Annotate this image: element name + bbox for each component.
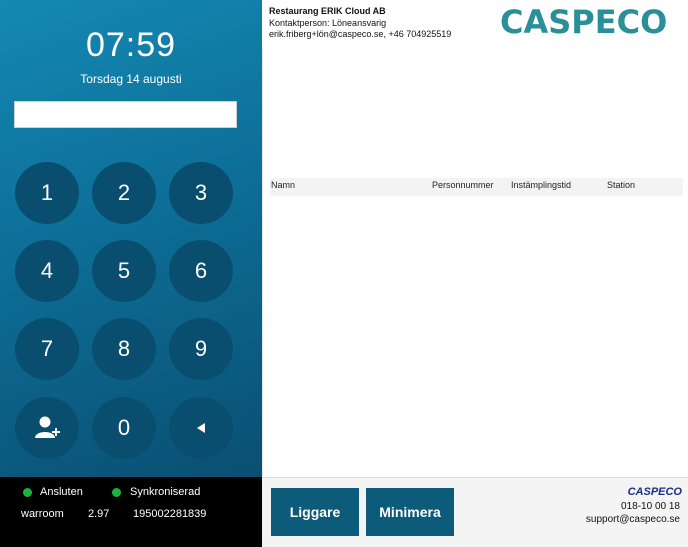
add-user-button[interactable] — [15, 397, 79, 459]
column-station: Station — [607, 180, 636, 190]
contact-email-phone: erik.friberg+lön@caspeco.se, +46 7049255… — [269, 29, 452, 39]
keypad-panel: 07:59 Torsdag 14 augusti 1 2 3 4 5 6 7 8… — [0, 0, 262, 477]
key-7[interactable]: 7 — [15, 318, 79, 380]
backspace-button[interactable] — [169, 397, 233, 459]
footer-logo: CASPECO — [627, 486, 682, 498]
column-personnummer: Personnummer — [432, 180, 494, 190]
support-phone: 018-10 00 18 — [621, 501, 680, 512]
company-header: Restaurang ERIK Cloud AB Kontaktperson: … — [262, 0, 688, 48]
status-bar: Ansluten Synkroniserad warroom 2.97 1950… — [0, 477, 262, 547]
company-name: Restaurang ERIK Cloud AB — [269, 6, 386, 16]
key-0[interactable]: 0 — [92, 397, 156, 459]
station-name: warroom — [21, 508, 64, 520]
table-header: Namn Personnummer Instämplingstid Statio… — [270, 178, 683, 196]
connected-label: Ansluten — [40, 486, 83, 498]
column-instamplingstid: Instämplingstid — [511, 180, 572, 190]
checked-in-list: Namn Personnummer Instämplingstid Statio… — [262, 48, 688, 478]
caspeco-logo: CASPECO — [500, 3, 668, 41]
key-8[interactable]: 8 — [92, 318, 156, 380]
contact-person: Kontaktperson: Löneansvarig — [269, 18, 387, 28]
add-user-icon — [35, 416, 60, 438]
key-2[interactable]: 2 — [92, 162, 156, 224]
key-1[interactable]: 1 — [15, 162, 79, 224]
minimera-button[interactable]: Minimera — [366, 488, 454, 536]
key-5[interactable]: 5 — [92, 240, 156, 302]
synced-label: Synkroniserad — [130, 486, 201, 498]
device-id: 195002281839 — [133, 508, 207, 520]
footer-bar: Liggare Minimera CASPECO 018-10 00 18 su… — [262, 477, 688, 547]
clock-time: 07:59 — [85, 26, 177, 64]
backspace-triangle-icon — [197, 423, 205, 433]
liggare-button[interactable]: Liggare — [271, 488, 359, 536]
support-email: support@caspeco.se — [585, 514, 680, 525]
key-4[interactable]: 4 — [15, 240, 79, 302]
column-name: Namn — [271, 180, 296, 190]
clock-date: Torsdag 14 augusti — [80, 72, 182, 86]
pin-input[interactable] — [14, 101, 237, 128]
connected-indicator — [23, 488, 32, 497]
synced-indicator — [112, 488, 121, 497]
key-3[interactable]: 3 — [169, 162, 233, 224]
version-number: 2.97 — [88, 508, 110, 520]
key-9[interactable]: 9 — [169, 318, 233, 380]
key-6[interactable]: 6 — [169, 240, 233, 302]
